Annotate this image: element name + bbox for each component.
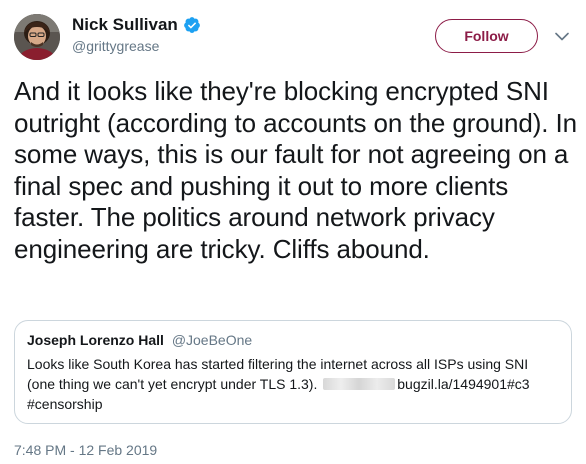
redacted-link-blur	[323, 378, 396, 390]
quoted-tweet-link: bugzil.la/1494901#c3	[397, 376, 530, 392]
quoted-tweet-hashtag: #censorship	[27, 396, 103, 412]
author-display-name[interactable]: Nick Sullivan	[72, 14, 178, 36]
quoted-tweet[interactable]: Joseph Lorenzo Hall @JoeBeOne Looks like…	[14, 320, 572, 424]
author-handle[interactable]: @grittygrease	[72, 37, 159, 55]
follow-button[interactable]: Follow	[435, 19, 538, 53]
profile-photo-icon	[14, 14, 60, 60]
quoted-author-name: Joseph Lorenzo Hall	[27, 332, 164, 348]
quoted-tweet-text: Looks like South Korea has started filte…	[27, 354, 559, 414]
tweet-card: Nick Sullivan @grittygrease Follow And i…	[0, 0, 586, 464]
quoted-tweet-header: Joseph Lorenzo Hall @JoeBeOne	[27, 331, 559, 349]
chevron-down-icon	[555, 32, 569, 40]
tweet-text: And it looks like they're blocking encry…	[14, 76, 578, 264]
tweet-timestamp[interactable]: 7:48 PM - 12 Feb 2019	[14, 441, 157, 459]
more-options-button[interactable]	[554, 28, 570, 44]
quoted-author-handle: @JoeBeOne	[171, 332, 253, 348]
verified-badge-icon	[183, 16, 201, 34]
author-avatar[interactable]	[14, 14, 60, 60]
author-name-row: Nick Sullivan	[72, 14, 201, 36]
